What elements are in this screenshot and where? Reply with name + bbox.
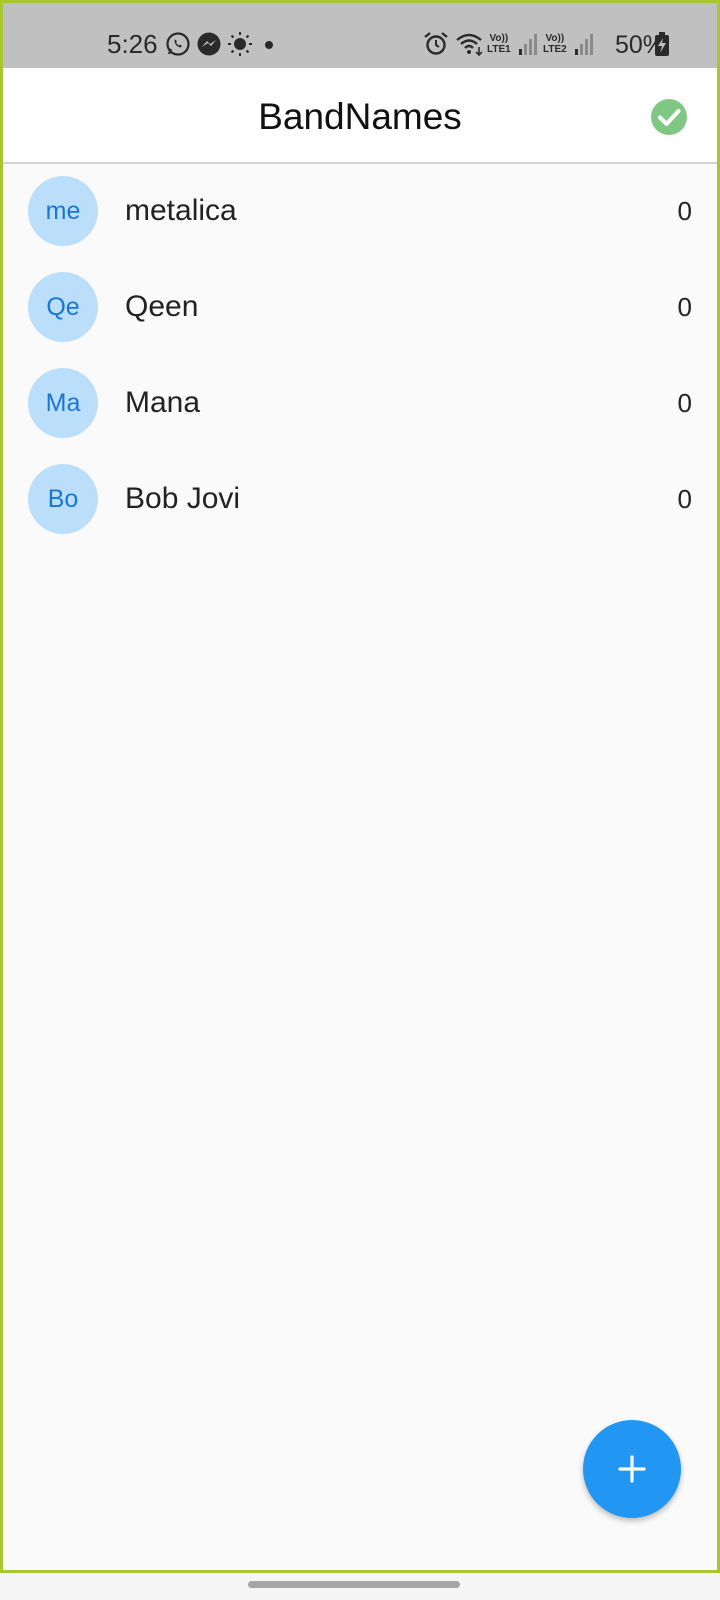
battery-charging-icon (655, 32, 669, 56)
signal-1-icon (519, 34, 537, 55)
avatar: Qe (28, 272, 98, 342)
status-time: 5:26 (107, 29, 158, 59)
vote-count: 0 (677, 292, 692, 322)
avatar: Bo (28, 464, 98, 534)
add-band-button[interactable] (583, 1420, 681, 1518)
alarm-icon (424, 32, 448, 55)
lte2-label: Vo)) LTE2 (543, 33, 567, 55)
check-circle-icon (651, 99, 687, 135)
band-name: Bob Jovi (125, 482, 241, 515)
list-item[interactable]: me metalica 0 (3, 164, 717, 260)
lte1-label: Vo)) LTE1 (487, 33, 511, 55)
app-bar: BandNames (3, 68, 717, 164)
list-item[interactable]: Bo Bob Jovi 0 (3, 452, 717, 548)
app-frame: 5:26 Vo)) LTE1 Vo)) LTE2 50% BandNames m… (0, 0, 720, 1573)
home-indicator[interactable] (248, 1581, 460, 1588)
vote-count: 0 (677, 388, 692, 418)
whatsapp-icon (166, 32, 190, 56)
band-name: metalica (125, 194, 237, 227)
band-list: me metalica 0 Qe Qeen 0 Ma Mana 0 Bo Bob… (3, 164, 717, 548)
list-item[interactable]: Ma Mana 0 (3, 356, 717, 452)
list-item[interactable]: Qe Qeen 0 (3, 260, 717, 356)
notification-dot (265, 41, 273, 49)
band-name: Qeen (125, 290, 199, 323)
avatar: me (28, 176, 98, 246)
page-title: BandNames (258, 96, 462, 137)
avatar: Ma (28, 368, 98, 438)
signal-2-icon (575, 34, 593, 55)
plus-icon (618, 1455, 646, 1483)
messenger-icon (197, 32, 221, 56)
vote-count: 0 (677, 196, 692, 226)
vote-count: 0 (677, 484, 692, 514)
wifi-icon (456, 33, 483, 57)
status-bar: 5:26 Vo)) LTE1 Vo)) LTE2 50% (3, 3, 717, 68)
brightness-icon (228, 32, 252, 56)
band-name: Mana (125, 386, 201, 419)
